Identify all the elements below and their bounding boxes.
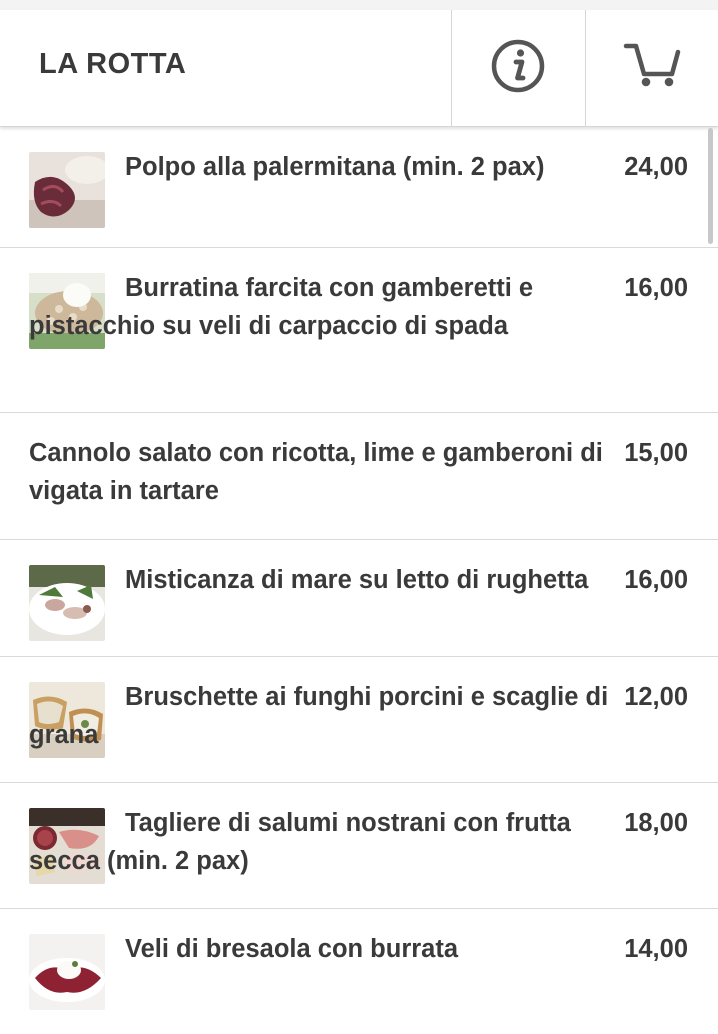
item-name: Cannolo salato con ricotta, lime e gambe…	[29, 439, 603, 505]
menu-item[interactable]: Polpo alla palermitana (min. 2 pax) 24,0…	[0, 127, 718, 248]
top-strip	[0, 0, 718, 10]
menu-item[interactable]: Tagliere di salumi nostrani con frutta s…	[0, 783, 718, 909]
item-price: 15,00	[624, 439, 688, 467]
cart-icon	[623, 43, 681, 87]
cart-button[interactable]	[585, 10, 718, 126]
menu-item[interactable]: Misticanza di mare su letto di rughetta …	[0, 540, 718, 657]
item-name: Bruschette ai funghi porcini e scaglie d…	[29, 683, 609, 749]
item-price: 14,00	[624, 935, 688, 963]
item-price: 16,00	[624, 566, 688, 594]
menu-item[interactable]: Bruschette ai funghi porcini e scaglie d…	[0, 657, 718, 783]
app-header: LA ROTTA	[0, 10, 718, 127]
info-button[interactable]	[451, 10, 585, 126]
item-price: 18,00	[624, 809, 688, 837]
menu-item[interactable]: Burratina farcita con gamberetti e pista…	[0, 248, 718, 413]
menu-item[interactable]: Veli di bresaola con burrata 14,00	[0, 909, 718, 1034]
item-name: Misticanza di mare su letto di rughetta	[125, 566, 589, 594]
scrollbar[interactable]	[708, 128, 713, 244]
restaurant-name: LA ROTTA	[39, 48, 187, 80]
item-name: Burratina farcita con gamberetti e pista…	[29, 274, 534, 340]
item-price: 24,00	[624, 153, 688, 181]
item-price: 12,00	[624, 683, 688, 711]
item-name: Polpo alla palermitana (min. 2 pax)	[125, 153, 545, 181]
menu-item[interactable]: Cannolo salato con ricotta, lime e gambe…	[0, 413, 718, 540]
item-name: Tagliere di salumi nostrani con frutta s…	[29, 809, 571, 875]
item-price: 16,00	[624, 274, 688, 302]
info-icon	[491, 39, 545, 93]
item-name: Veli di bresaola con burrata	[125, 935, 459, 963]
